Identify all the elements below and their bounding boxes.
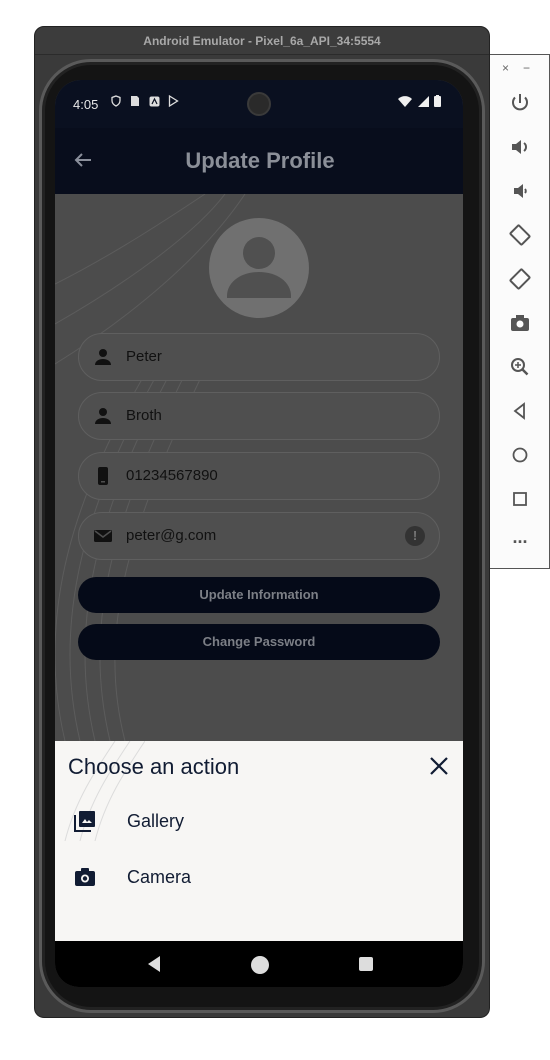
app-badge-icon <box>149 96 160 107</box>
zoom-icon[interactable] <box>508 355 532 379</box>
email-field[interactable]: peter@g.com ! <box>78 512 440 560</box>
phone-icon <box>98 467 108 485</box>
screenshot-camera-icon[interactable] <box>508 311 532 335</box>
nav-home-icon[interactable] <box>251 956 269 974</box>
gallery-label: Gallery <box>127 811 185 831</box>
sim-card-icon <box>131 96 140 106</box>
update-information-button[interactable]: Update Information <box>78 577 440 613</box>
status-time: 4:05 <box>73 97 99 112</box>
person-icon <box>95 349 111 365</box>
nav-back-icon[interactable] <box>145 955 163 973</box>
first-name-field[interactable]: Peter <box>78 333 440 381</box>
phone-field[interactable]: 01234567890 <box>78 452 440 500</box>
person-placeholder-icon <box>227 237 291 298</box>
first-name-value: Peter <box>126 348 162 365</box>
home-circle-icon[interactable] <box>508 443 532 467</box>
signal-icon <box>417 96 429 107</box>
camera-label: Camera <box>127 867 192 887</box>
person-icon <box>95 408 111 424</box>
last-name-value: Broth <box>126 407 162 424</box>
more-options-button[interactable]: ... <box>508 527 532 551</box>
last-name-field[interactable]: Broth <box>78 392 440 440</box>
toolbar-window-controls: ×− <box>502 61 544 75</box>
change-password-button[interactable]: Change Password <box>78 624 440 660</box>
status-notification-icons <box>110 94 179 110</box>
status-bar: 4:05 <box>55 80 463 128</box>
shield-icon <box>111 95 121 107</box>
rotate-right-icon[interactable] <box>508 267 532 291</box>
close-icon[interactable] <box>426 753 452 779</box>
error-icon: ! <box>405 526 425 546</box>
overview-square-icon[interactable] <box>508 487 532 511</box>
camera-icon <box>75 868 95 886</box>
sheet-title: Choose an action <box>68 754 240 779</box>
wifi-icon <box>398 96 413 107</box>
app-bar: Update Profile <box>55 128 463 194</box>
phone-screen: 4:05 Update Profile Peter Broth 01234567… <box>55 80 463 987</box>
power-icon[interactable] <box>508 91 532 115</box>
avatar[interactable] <box>209 218 309 318</box>
front-camera <box>247 92 271 116</box>
battery-icon <box>434 95 441 107</box>
minimize-toolbar-button[interactable]: − <box>523 61 544 75</box>
email-value: peter@g.com <box>126 527 217 544</box>
envelope-icon <box>94 530 112 542</box>
status-system-icons <box>398 95 441 110</box>
nav-recents-icon[interactable] <box>359 957 373 971</box>
emulator-title: Android Emulator - Pixel_6a_API_34:5554 <box>35 27 489 55</box>
gallery-icon <box>74 811 95 832</box>
close-toolbar-button[interactable]: × <box>502 61 523 75</box>
play-store-icon <box>168 94 179 108</box>
action-bottom-sheet: Choose an action Gallery Camera <box>55 741 463 941</box>
back-triangle-icon[interactable] <box>508 399 532 423</box>
profile-form-area: Peter Broth 01234567890 peter@g.com ! Up… <box>55 194 463 741</box>
rotate-left-icon[interactable] <box>508 223 532 247</box>
page-title: Update Profile <box>185 148 335 173</box>
phone-value: 01234567890 <box>126 467 218 484</box>
navigation-bar <box>55 941 463 987</box>
emulator-toolbar: ×− ... <box>489 54 550 569</box>
volume-down-icon[interactable] <box>508 179 532 203</box>
sheet-item-camera[interactable]: Camera <box>55 855 463 899</box>
volume-up-icon[interactable] <box>508 135 532 159</box>
sheet-item-gallery[interactable]: Gallery <box>55 799 463 843</box>
